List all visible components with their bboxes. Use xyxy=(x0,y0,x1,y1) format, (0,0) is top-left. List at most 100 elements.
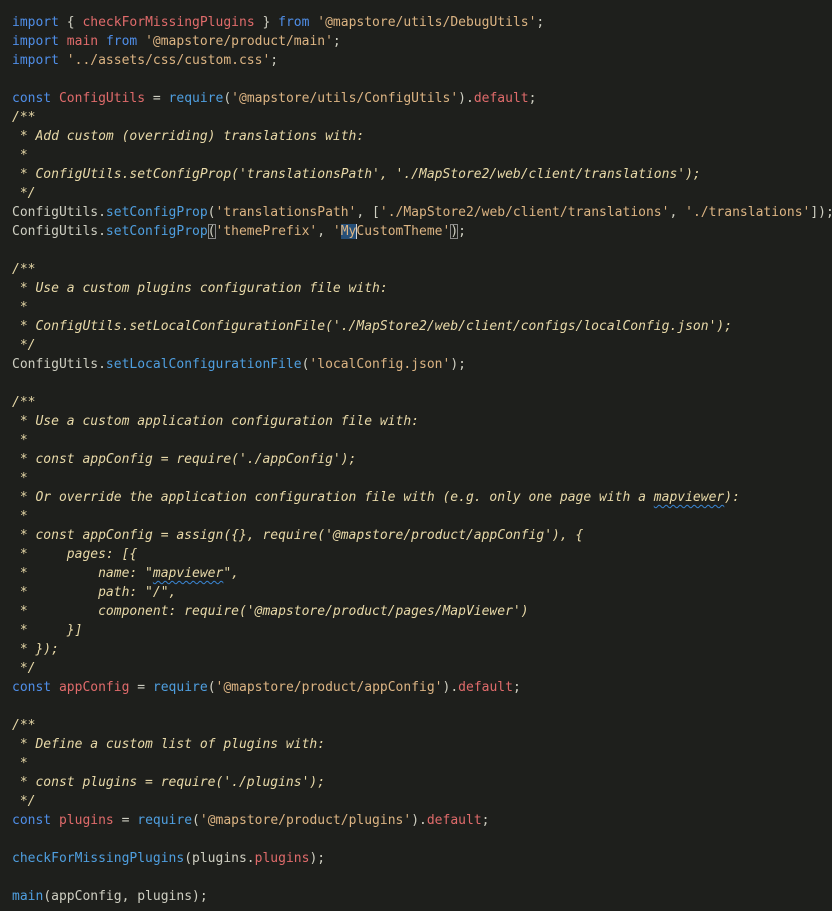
code-token: default xyxy=(458,680,513,695)
code-line[interactable]: * }); xyxy=(0,640,832,659)
code-token: { xyxy=(58,15,83,30)
code-token: 'themePrefix' xyxy=(215,224,318,239)
code-line[interactable]: import { checkForMissingPlugins } from '… xyxy=(0,13,832,32)
code-token: checkForMissingPlugins xyxy=(12,851,185,866)
code-token: import xyxy=(12,53,59,68)
code-line[interactable]: * const plugins = require('./plugins'); xyxy=(0,773,832,792)
code-token: * xyxy=(12,509,28,524)
code-line[interactable]: import '../assets/css/custom.css'; xyxy=(0,51,832,70)
code-token: * xyxy=(12,300,28,315)
code-token: ; xyxy=(332,34,341,49)
code-token: './translations' xyxy=(685,205,811,220)
code-token: '@mapstore/utils/ConfigUtils' xyxy=(231,91,459,106)
code-token: * Define a custom list of plugins with: xyxy=(12,737,326,752)
code-line[interactable]: * pages: [{ xyxy=(0,545,832,564)
code-line[interactable]: * ConfigUtils.setConfigProp('translation… xyxy=(0,165,832,184)
code-token: * Add custom (overriding) translations w… xyxy=(12,129,365,144)
code-line[interactable]: import main from '@mapstore/product/main… xyxy=(0,32,832,51)
code-token: CustomTheme' xyxy=(356,224,451,239)
code-line[interactable]: * const appConfig = assign({}, require('… xyxy=(0,526,832,545)
code-line[interactable] xyxy=(0,374,832,393)
code-line[interactable]: checkForMissingPlugins(plugins.plugins); xyxy=(0,849,832,868)
code-token: plugins xyxy=(254,851,310,866)
code-token: , xyxy=(669,205,686,220)
code-token: * }] xyxy=(12,623,83,638)
code-line[interactable]: * Use a custom plugins configuration fil… xyxy=(0,279,832,298)
code-line[interactable]: * component: require('@mapstore/product/… xyxy=(0,602,832,621)
code-line[interactable]: * xyxy=(0,507,832,526)
code-line[interactable]: * ConfigUtils.setLocalConfigurationFile(… xyxy=(0,317,832,336)
code-token: ); xyxy=(450,357,466,372)
code-token: const xyxy=(12,91,52,106)
code-line[interactable]: * Add custom (overriding) translations w… xyxy=(0,127,832,146)
code-token: 'localConfig.json' xyxy=(309,357,451,372)
code-token: const xyxy=(12,813,52,828)
code-line[interactable]: * xyxy=(0,469,832,488)
code-token: ; xyxy=(458,224,466,239)
code-line[interactable] xyxy=(0,241,832,260)
code-line[interactable]: const appConfig = require('@mapstore/pro… xyxy=(0,678,832,697)
code-token: /** xyxy=(12,395,36,410)
code-token: ; xyxy=(270,53,279,68)
code-token: * const plugins = require('./plugins'); xyxy=(12,775,326,790)
code-token: main xyxy=(66,34,99,49)
code-token: * xyxy=(12,471,28,486)
code-line[interactable]: * Or override the application configurat… xyxy=(0,488,832,507)
code-token: '@mapstore/product/main' xyxy=(145,34,333,49)
code-token: ( xyxy=(207,680,216,695)
code-token: , [ xyxy=(356,205,380,220)
code-line[interactable]: */ xyxy=(0,184,832,203)
code-token: , xyxy=(317,224,333,239)
code-token: */ xyxy=(12,794,36,809)
code-line[interactable]: * Define a custom list of plugins with: xyxy=(0,735,832,754)
code-token: ); xyxy=(309,851,326,866)
code-line[interactable]: /** xyxy=(0,108,832,127)
code-line[interactable]: * xyxy=(0,146,832,165)
code-token: * Use a custom plugins configuration fil… xyxy=(12,281,388,296)
code-line[interactable]: /** xyxy=(0,260,832,279)
code-token: plugins xyxy=(58,813,114,828)
code-token: * component: require('@mapstore/product/… xyxy=(12,604,529,619)
code-line[interactable]: */ xyxy=(0,792,832,811)
code-line[interactable]: * xyxy=(0,754,832,773)
code-token: My xyxy=(340,224,357,239)
code-token: './MapStore2/web/client/translations' xyxy=(379,205,670,220)
code-line[interactable]: ConfigUtils.setConfigProp('themePrefix',… xyxy=(0,222,832,241)
code-line[interactable]: /** xyxy=(0,393,832,412)
code-token: default xyxy=(473,91,529,106)
code-line[interactable]: * path: "/", xyxy=(0,583,832,602)
code-line[interactable]: */ xyxy=(0,659,832,678)
code-line[interactable] xyxy=(0,70,832,89)
code-token: ", xyxy=(223,566,239,581)
code-line[interactable]: * Use a custom application configuration… xyxy=(0,412,832,431)
code-line[interactable] xyxy=(0,697,832,716)
code-line[interactable]: ConfigUtils.setLocalConfigurationFile('l… xyxy=(0,355,832,374)
code-line[interactable]: ConfigUtils.setConfigProp('translationsP… xyxy=(0,203,832,222)
code-editor[interactable]: import { checkForMissingPlugins } from '… xyxy=(0,0,832,911)
code-line[interactable]: const plugins = require('@mapstore/produ… xyxy=(0,811,832,830)
code-line[interactable]: * xyxy=(0,431,832,450)
code-token: * ConfigUtils.setLocalConfigurationFile(… xyxy=(12,319,733,334)
code-token: import xyxy=(12,34,59,49)
code-token: import xyxy=(12,15,59,30)
code-token: * Or override the application configurat… xyxy=(12,490,654,505)
code-token: * xyxy=(12,148,28,163)
code-line[interactable]: /** xyxy=(0,716,832,735)
code-line[interactable]: */ xyxy=(0,336,832,355)
code-line[interactable]: * }] xyxy=(0,621,832,640)
code-line[interactable]: const ConfigUtils = require('@mapstore/u… xyxy=(0,89,832,108)
code-token: /** xyxy=(12,110,36,125)
code-line[interactable] xyxy=(0,830,832,849)
code-line[interactable]: * xyxy=(0,298,832,317)
code-token: setConfigProp xyxy=(105,205,208,220)
code-token: * ConfigUtils.setConfigProp('translation… xyxy=(12,167,701,182)
code-line[interactable]: * const appConfig = require('./appConfig… xyxy=(0,450,832,469)
code-token: ( xyxy=(192,813,200,828)
code-line[interactable]: main(appConfig, plugins); xyxy=(0,887,832,906)
code-line[interactable] xyxy=(0,868,832,887)
code-line[interactable]: * name: "mapviewer", xyxy=(0,564,832,583)
